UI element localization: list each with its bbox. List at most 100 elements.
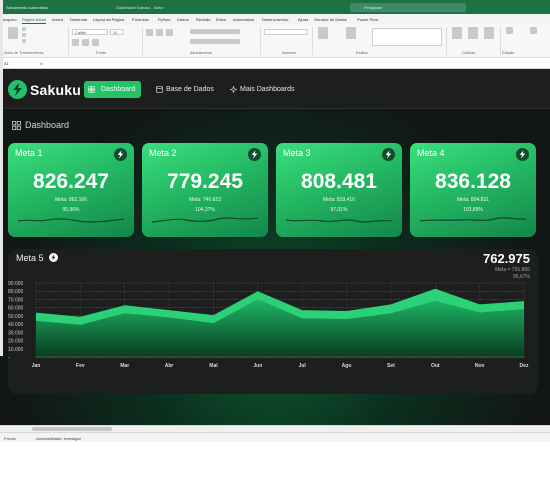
y-tick-label: 40.000	[8, 322, 24, 328]
y-tick-label: 60.000	[8, 306, 24, 312]
insert-cells-icon[interactable]	[452, 27, 462, 39]
kpi-title: Meta 1	[15, 148, 43, 158]
font-name-value: Calibri	[75, 30, 87, 35]
kpi-title: Meta 2	[149, 148, 177, 158]
ribbon-tab[interactable]: Automatizar	[233, 17, 254, 22]
cell-styles-gallery[interactable]	[372, 28, 442, 46]
kpi-card-meta-1: Meta 1 826.247 Meta: 862.166 95,96%	[8, 143, 134, 237]
formula-bar[interactable]: A1 fx	[0, 58, 550, 69]
ribbon-tab[interactable]: Inserir	[52, 17, 63, 22]
brand-name: Sakuku	[30, 82, 81, 98]
ribbon-tab[interactable]: Layout da Página	[93, 17, 124, 22]
sparkline	[18, 218, 124, 223]
kpi-card-meta-4: Meta 4 836.128 Meta: 804.831 103,89%	[410, 143, 536, 237]
section-heading: Dashboard	[12, 120, 69, 130]
delete-cells-icon[interactable]	[468, 27, 478, 39]
nav-dashboard[interactable]: Dashboard	[84, 81, 142, 98]
italic-icon[interactable]	[82, 39, 89, 46]
name-box[interactable]: A1	[4, 61, 9, 66]
ribbon-tab[interactable]: Desenvolvedor	[262, 17, 289, 22]
ribbon-tab[interactable]: Gerador de Dados	[314, 17, 347, 22]
sort-filter-icon[interactable]	[530, 27, 537, 34]
bold-icon[interactable]	[72, 39, 79, 46]
ribbon-separator	[312, 27, 313, 55]
nav-mais-dashboards[interactable]: Mais Dashboards	[226, 81, 294, 98]
ribbon-tab[interactable]: Ajuda	[298, 17, 308, 22]
ribbon-tabs: Arquivo Página Inicial Inserir Desenhar Layo…	[0, 14, 550, 24]
lightning-icon	[516, 148, 529, 161]
document-title: Dashboard Sakuku - Salvo	[116, 5, 164, 10]
autosave-label[interactable]: Salvamento Automático	[6, 5, 48, 10]
autosum-icon[interactable]	[506, 27, 513, 34]
blank-area	[0, 442, 550, 482]
ribbon-tab[interactable]: Desenhar	[70, 17, 87, 22]
accessibility-status[interactable]: Acessibilidade: investigar	[36, 436, 81, 441]
underline-icon[interactable]	[92, 39, 99, 46]
dashboard-nav: Sakuku Dashboard Base de Dados Mais Dash…	[0, 69, 550, 109]
kpi-meta: Meta: 740.623	[189, 197, 221, 203]
font-size-value: 11	[113, 30, 118, 35]
search-box[interactable]: Pesquisar	[350, 3, 466, 12]
ribbon-tab[interactable]: Dados	[177, 17, 189, 22]
ribbon-tab[interactable]: Revisão	[196, 17, 210, 22]
grid-icon	[12, 121, 21, 130]
ribbon-group-label: Células	[462, 50, 476, 55]
sparkline	[420, 217, 526, 222]
ribbon-tab[interactable]: Arquivo	[3, 17, 17, 22]
cut-icon[interactable]	[22, 27, 26, 31]
database-icon	[156, 86, 163, 93]
status-bar: Pronto Acessibilidade: investigar	[0, 432, 550, 442]
conditional-format-icon[interactable]	[318, 27, 328, 39]
ribbon-tab[interactable]: Exibir	[216, 17, 226, 22]
status-ready: Pronto	[4, 436, 16, 441]
chart-card-meta: Meta = 791.866	[495, 267, 530, 273]
x-tick-label: Out	[431, 363, 440, 369]
ribbon-separator	[142, 27, 143, 55]
fx-label: fx	[40, 61, 44, 66]
merge-center-icon[interactable]	[190, 39, 240, 44]
align-middle-icon[interactable]	[156, 29, 163, 36]
kpi-card-meta-2: Meta 2 779.245 Meta: 740.623 104,37%	[142, 143, 268, 237]
number-format-box[interactable]	[264, 29, 308, 35]
wrap-text-icon[interactable]	[190, 29, 240, 34]
nav-mais-dashboards-label: Mais Dashboards	[240, 86, 295, 93]
format-painter-icon[interactable]	[22, 39, 26, 43]
lightning-icon	[248, 148, 261, 161]
kpi-value: 826.247	[33, 170, 109, 193]
copy-icon[interactable]	[22, 33, 26, 37]
ribbon-tab[interactable]: Página Inicial	[22, 17, 46, 24]
ribbon-group-label: Área de Transferência	[4, 50, 44, 55]
y-tick-label: 90.000	[8, 281, 24, 287]
area-chart: - 10.000 20.000 30.000 40.000 50.000 60.000 70.…	[8, 281, 529, 369]
align-top-icon[interactable]	[146, 29, 153, 36]
kpi-value: 808.481	[301, 170, 377, 193]
sparkline	[152, 217, 258, 223]
paste-icon[interactable]	[8, 27, 18, 39]
x-tick-label: Jan	[32, 363, 41, 369]
font-name-box[interactable]: Calibri	[72, 29, 108, 35]
x-tick-label: Dez	[520, 363, 529, 369]
format-as-table-icon[interactable]	[346, 27, 356, 39]
dashboard-sheet: Sakuku Dashboard Base de Dados Mais Dash…	[0, 69, 550, 425]
kpi-card-meta-3: Meta 3 808.481 Meta: 833.416 97,01%	[276, 143, 402, 237]
ribbon-tab[interactable]: Python	[158, 17, 170, 22]
ribbon-separator	[260, 27, 261, 55]
align-bottom-icon[interactable]	[166, 29, 173, 36]
y-tick-label: 70.000	[8, 297, 24, 303]
x-tick-label: Abr	[165, 363, 174, 369]
ribbon-group-label: Fonte	[96, 50, 107, 55]
row-header-strip	[0, 0, 3, 356]
kpi-meta: Meta: 862.166	[55, 197, 87, 203]
ribbon-tab[interactable]: Fórmulas	[132, 17, 149, 22]
ribbon-group-label: Estilos	[356, 50, 368, 55]
kpi-title: Meta 4	[417, 148, 445, 158]
x-tick-label: Ago	[342, 363, 352, 369]
nav-base-de-dados[interactable]: Base de Dados	[152, 81, 214, 98]
font-size-box[interactable]: 11	[110, 29, 124, 35]
ribbon-tab[interactable]: Power Pivot	[357, 17, 378, 22]
horizontal-scrollbar[interactable]	[0, 425, 550, 432]
scrollbar-thumb[interactable]	[32, 427, 112, 431]
kpi-value: 779.245	[167, 170, 243, 193]
x-tick-label: Jun	[253, 363, 262, 369]
format-cells-icon[interactable]	[484, 27, 494, 39]
